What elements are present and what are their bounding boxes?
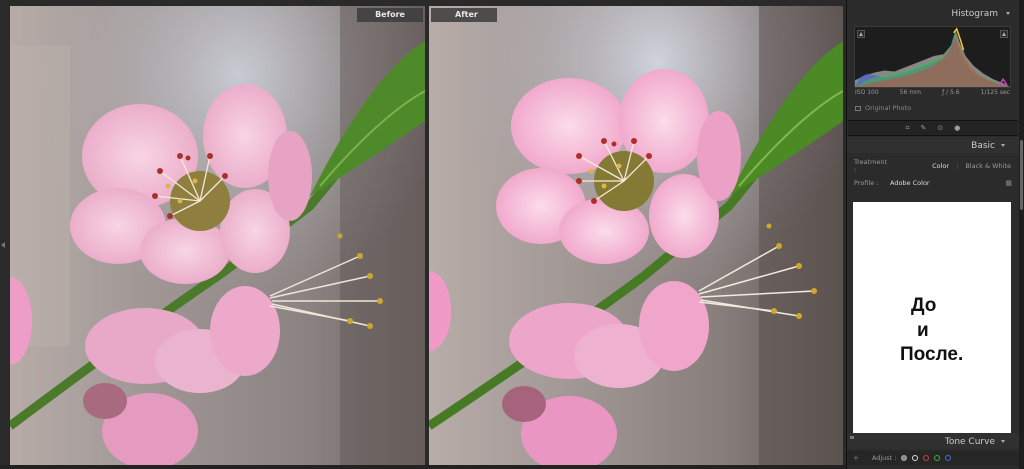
after-label: After (431, 8, 497, 22)
red-channel-icon[interactable] (923, 455, 930, 461)
exif-focal: 56 mm (899, 89, 921, 96)
profile-dropdown[interactable]: Adobe Color (890, 179, 930, 187)
green-channel-icon[interactable] (934, 455, 941, 461)
treatment-separator: | (956, 162, 959, 170)
overlay-line-2: и (917, 320, 929, 341)
treatment-bw-option[interactable]: Black & White (965, 162, 1011, 170)
panel-slider-handle[interactable] (850, 436, 854, 439)
treatment-row: Treatment : Color | Black & White (854, 158, 1011, 174)
before-label: Before (357, 8, 423, 22)
after-photo (429, 6, 843, 465)
adjust-label: Adjust : (871, 454, 897, 462)
overlay-line-3: После. (900, 344, 964, 365)
tone-curve-adjust-row: + Adjust : (847, 451, 1019, 465)
shadow-clipping-icon[interactable] (857, 30, 865, 38)
tone-curve-title: Tone Curve (944, 437, 995, 447)
exif-info: ISO 100 56 mm ƒ / 5.6 1/125 sec (855, 89, 1010, 96)
tone-curve-collapse-triangle-icon[interactable] (1001, 440, 1005, 443)
treatment-label: Treatment : (854, 158, 888, 174)
before-photo (10, 6, 425, 465)
histogram-header[interactable]: Histogram (847, 0, 1024, 24)
basic-collapse-triangle-icon[interactable] (1001, 144, 1005, 147)
after-pane: After (429, 6, 843, 465)
histogram-curves (855, 27, 1010, 87)
profile-label: Profile : (854, 179, 879, 187)
left-panel-toggle-icon[interactable] (1, 242, 5, 248)
point-curve-icon[interactable] (912, 455, 919, 461)
treatment-color-option[interactable]: Color (932, 162, 949, 170)
exif-shutter: 1/125 sec (980, 89, 1010, 96)
parametric-curve-icon[interactable] (901, 455, 908, 461)
tone-curve-header[interactable]: Tone Curve (847, 433, 1019, 449)
tool-strip: ⌗ ✎ ⊙ ● (848, 120, 1018, 136)
mask-tool-icon[interactable]: ● (954, 124, 960, 132)
highlight-clipping-icon[interactable] (1000, 30, 1008, 38)
panel-scrollbar-thumb[interactable] (1020, 140, 1023, 210)
redeye-tool-icon[interactable]: ⊙ (937, 124, 943, 132)
basic-panel-header[interactable]: Basic (847, 137, 1019, 153)
overlay-line-1: До (911, 295, 937, 316)
blue-channel-icon[interactable] (945, 455, 952, 461)
caption-overlay: До и После. (853, 202, 1011, 435)
basic-title: Basic (971, 141, 995, 151)
original-photo-toggle[interactable]: Original Photo (855, 104, 911, 112)
original-photo-label: Original Photo (865, 104, 912, 112)
photo-viewer: Before After (0, 0, 846, 469)
filmstrip-edge (0, 465, 846, 469)
crop-tool-icon[interactable]: ⌗ (906, 124, 910, 133)
histogram-graph (854, 26, 1011, 88)
original-photo-checkbox-icon[interactable] (855, 105, 861, 111)
profile-browser-grid-icon[interactable]: ▦ (1005, 179, 1012, 187)
panel-scrollbar[interactable] (1019, 0, 1024, 469)
exif-iso: ISO 100 (855, 89, 879, 96)
healing-tool-icon[interactable]: ✎ (921, 124, 927, 132)
add-point-icon[interactable]: + (853, 454, 859, 462)
develop-right-panel: Histogram ISO 100 56 mm ƒ / 5.6 1/125 se… (846, 0, 1024, 469)
before-pane: Before (10, 6, 425, 465)
profile-row: Profile : Adobe Color ▦ (854, 179, 1012, 187)
collapse-triangle-icon[interactable] (1006, 12, 1010, 15)
histogram-title: Histogram (951, 9, 998, 19)
exif-aperture: ƒ / 5.6 (942, 89, 960, 96)
